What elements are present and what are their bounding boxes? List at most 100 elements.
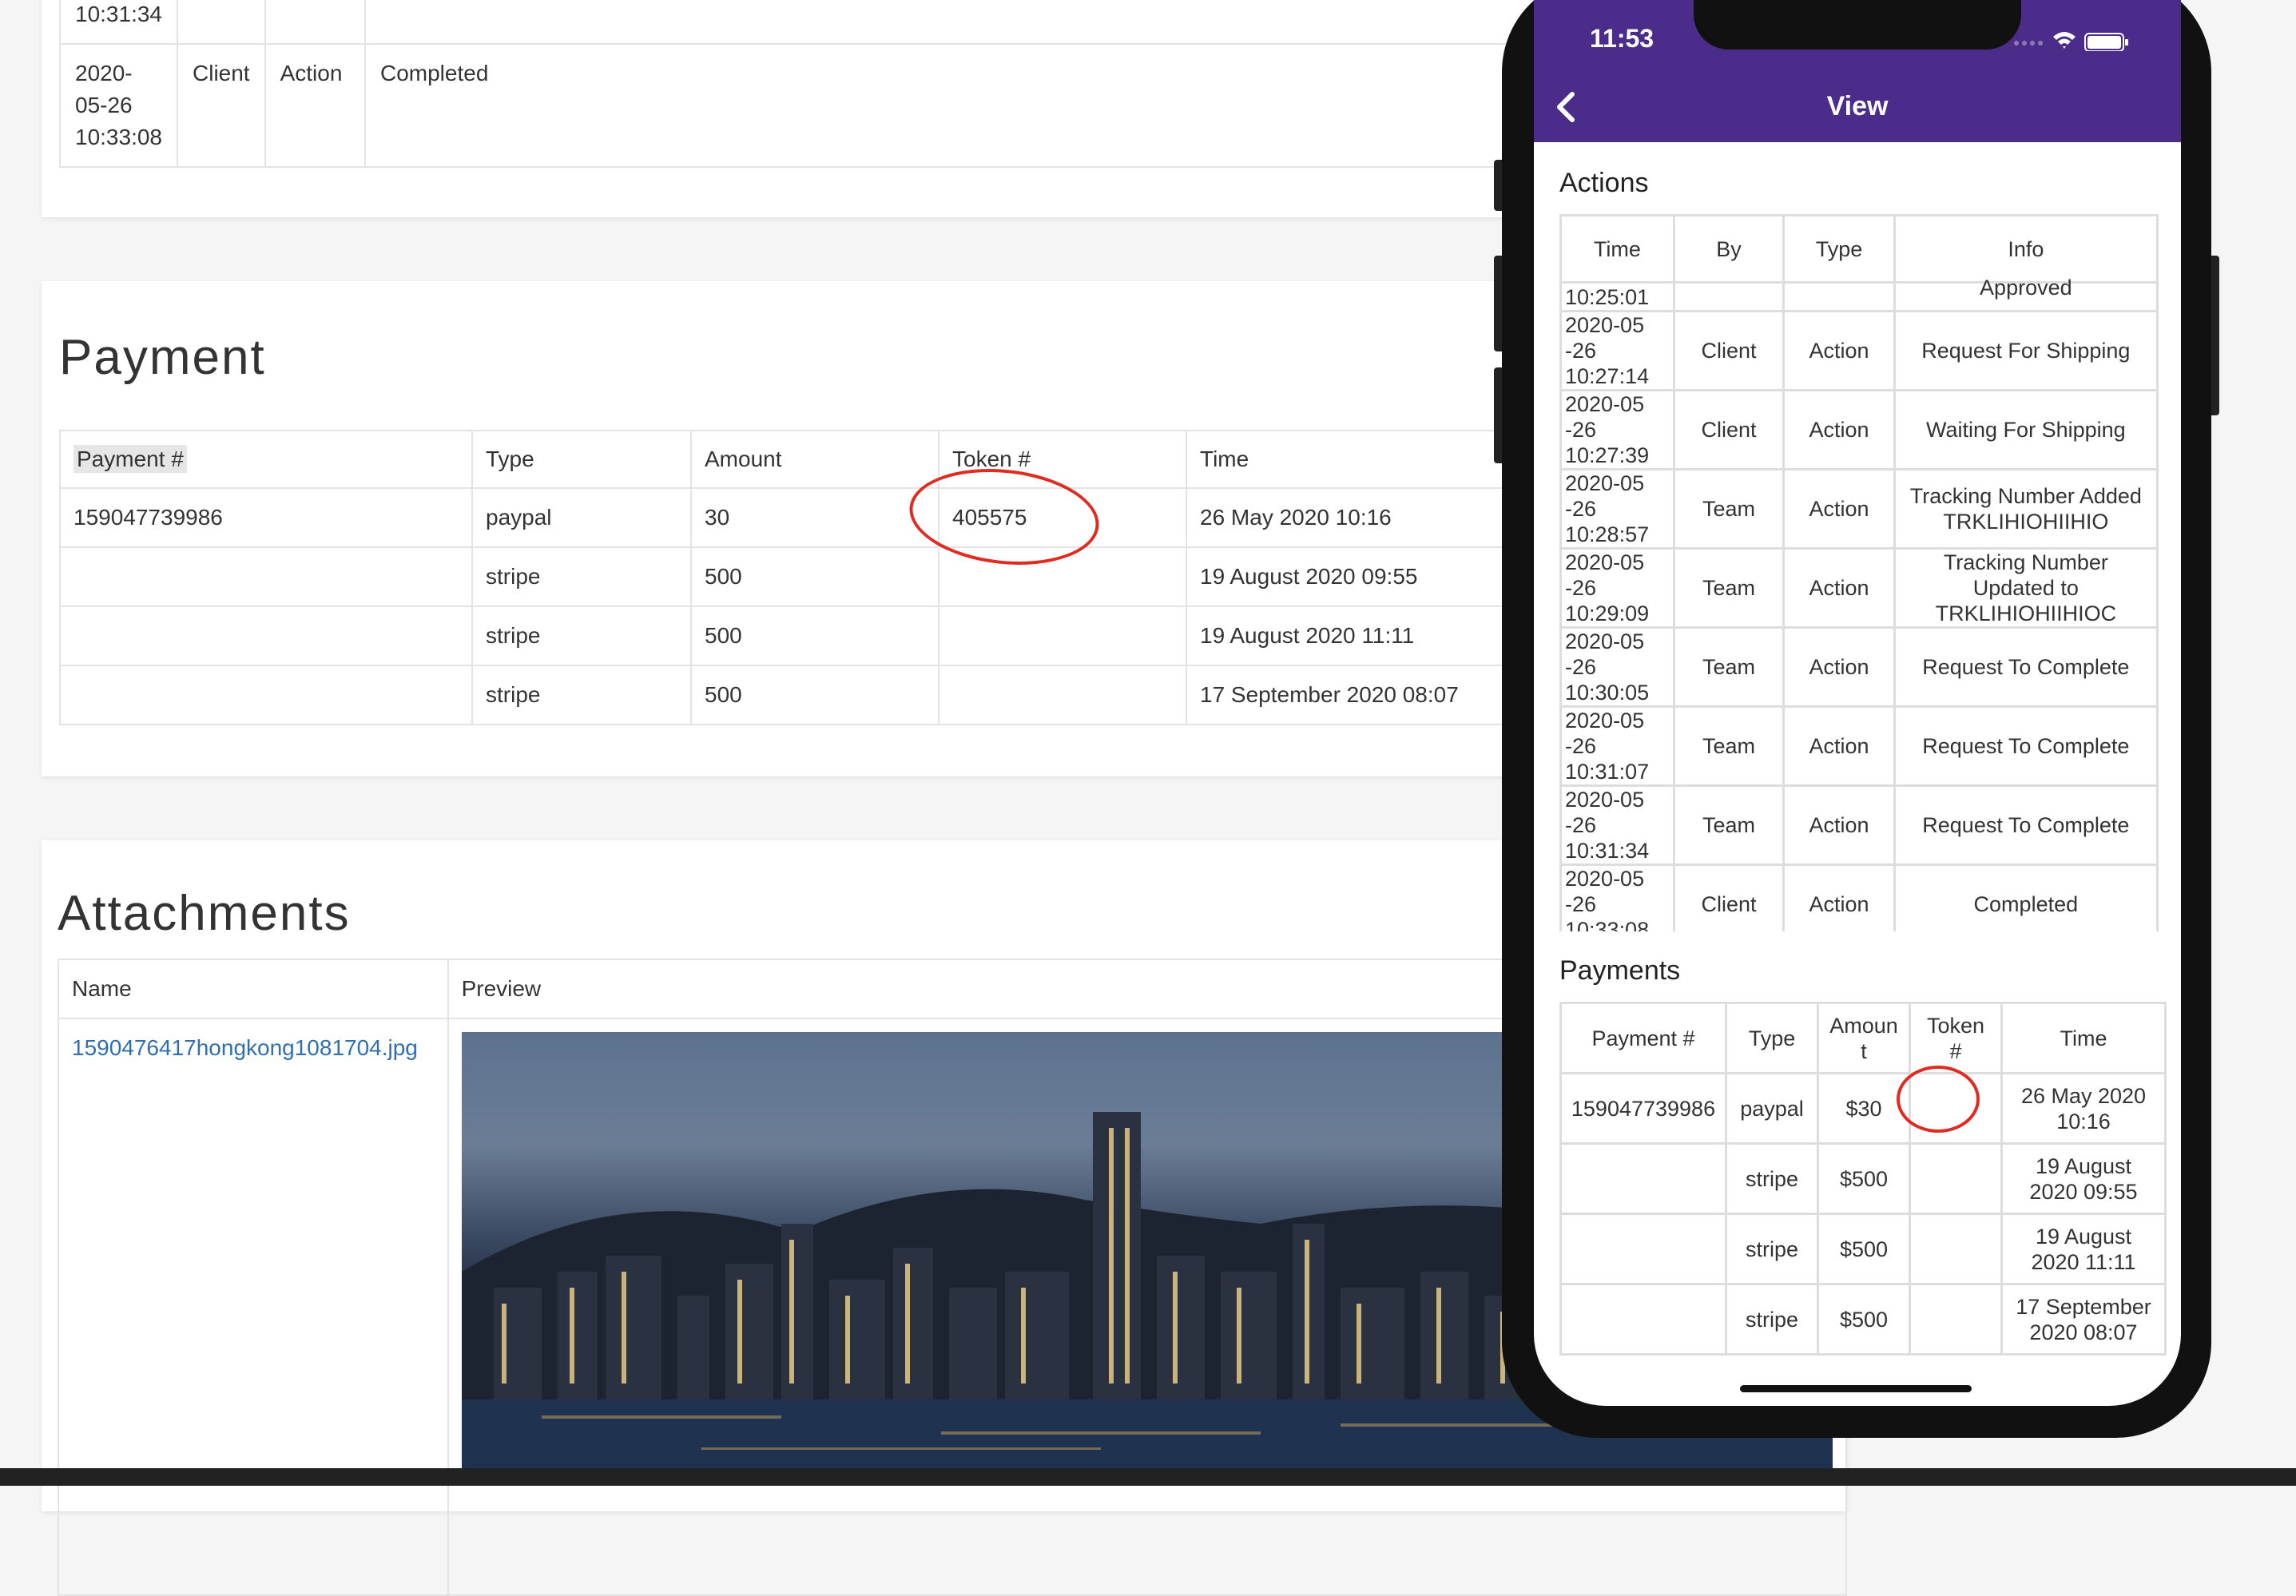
info-cell: Request For Shipping (1893, 310, 2159, 391)
dock-strip (0, 1468, 2296, 1486)
type-cell: Action (1782, 864, 1896, 931)
payments-section-title: Payments (1559, 955, 1681, 986)
table-header-row: Time By Type Info (1559, 214, 2159, 284)
cell: stripe (471, 605, 692, 666)
by-cell: Client (177, 43, 266, 168)
time-cell: 2020-05 -26 10:28:57 (1559, 468, 1675, 550)
type-cell: Action (1782, 784, 1896, 866)
attachment-link[interactable]: 1590476417hongkong1081704.jpg (72, 1035, 418, 1060)
status-clock: 11:53 (1590, 24, 1654, 53)
header-name: Name (58, 959, 449, 1019)
info-cell: Waiting For Shipping (1893, 389, 2159, 470)
type-cell (1782, 281, 1896, 312)
by-cell: Team (1672, 468, 1786, 550)
cell: stripe (471, 665, 692, 725)
mobile-payments-table: Payment # Type Amoun t Token # Time 1590… (1559, 1002, 2167, 1356)
by-cell: Client (1672, 864, 1786, 931)
table-row: 2020-05 -26 10:28:57 Team Action Trackin… (1559, 468, 2159, 550)
nav-title: View (1826, 91, 1889, 121)
type-cell: Action (1782, 389, 1896, 470)
table-row: 10:25:01 Approved (1559, 277, 2159, 312)
table-header-row: Payment # Type Amount Token # Time (59, 430, 1558, 489)
cell (59, 605, 473, 666)
by-cell: Team (1672, 784, 1786, 866)
time-cell: 2020- 05-26 10:33:08 (59, 43, 178, 168)
cell (1909, 1213, 2003, 1285)
cell (1559, 1283, 1727, 1356)
time-cell: 2020-05 -26 10:27:14 (1559, 310, 1675, 391)
cell (938, 665, 1187, 725)
header-time: Time (1559, 214, 1675, 284)
type-cell: Action (1782, 547, 1896, 629)
header-amount: Amount (690, 430, 939, 489)
type-cell: Action (264, 43, 366, 168)
table-row: 2020-05 -26 10:30:05 Team Action Request… (1559, 626, 2159, 708)
cell: stripe (1725, 1142, 1819, 1215)
nav-bar: View (1534, 80, 2181, 142)
cell (938, 605, 1187, 666)
payment-title: Payment (59, 330, 266, 385)
table-row: 159047739986 paypal 30 405575 26 May 202… (59, 487, 1558, 548)
info-cell: Completed (1893, 864, 2159, 931)
table-row: stripe $500 19 August 2020 11:11 (1559, 1213, 2167, 1285)
table-row: 2020-05 -26 10:27:14 Client Action Reque… (1559, 310, 2159, 391)
table-row: 2020-05 -26 10:31:34 Team Action Request… (1559, 784, 2159, 866)
info-cell: Request To Complete (1893, 705, 2159, 787)
by-cell: Team (1672, 705, 1786, 787)
cell (59, 665, 473, 725)
table-row: 2020-05 -26 10:33:08 Client Action Compl… (1559, 864, 2159, 931)
time-cell: 2020-05 -26 10:27:39 (1559, 389, 1675, 470)
header-type: Type (1725, 1002, 1819, 1074)
table-row: 2020-05 -26 10:29:09 Team Action Trackin… (1559, 547, 2159, 629)
table-row: 10:31:34 (59, 0, 1624, 45)
actions-card: 10:31:34 2020- 05-26 10:33:08 Client Act… (42, 0, 1624, 217)
annotation-circle (1897, 1066, 1980, 1133)
table-row: 2020-05 -26 10:31:07 Team Action Request… (1559, 705, 2159, 787)
status-bar: 11:53 (1534, 0, 2181, 80)
table-header-row: Payment # Type Amoun t Token # Time (1559, 1002, 2167, 1074)
header-amount: Amoun t (1817, 1002, 1911, 1074)
actions-table: 10:31:34 2020- 05-26 10:33:08 Client Act… (59, 0, 1624, 168)
time-cell: 2020-05 -26 10:31:34 (1559, 784, 1675, 866)
info-cell: Completed (363, 43, 1624, 168)
by-cell: Client (1672, 310, 1786, 391)
cell (1909, 1283, 2003, 1356)
cell: 159047739986 (59, 487, 473, 548)
type-cell: Action (1782, 468, 1896, 550)
type-cell: Action (1782, 310, 1896, 391)
actions-scroll-area[interactable]: Time By Type Info 10:25:01 Approved 2020… (1559, 214, 2159, 931)
type-cell (264, 0, 366, 45)
info-cell: Tracking Number Added TRKLIHIOHIIHIO (1893, 468, 2159, 550)
cell: 500 (690, 605, 939, 666)
time-cell: 10:31:34 (59, 0, 178, 45)
by-cell: Team (1672, 547, 1786, 629)
payment-table: Payment # Type Amount Token # Time 15904… (59, 430, 1558, 725)
cell: $500 (1817, 1213, 1911, 1285)
table-row: stripe $500 19 August 2020 09:55 (1559, 1142, 2167, 1215)
header-payment-no: Payment # (1559, 1002, 1727, 1074)
cell (59, 546, 473, 607)
info-cell: Request To Complete (1893, 626, 2159, 708)
cell (1909, 1142, 2003, 1215)
type-cell: Action (1782, 705, 1896, 787)
info-cell: Approved (1893, 277, 2159, 312)
cell: 19 August 2020 11:11 (2000, 1213, 2167, 1285)
table-row: stripe 500 19 August 2020 09:55 (59, 546, 1558, 607)
table-row: 2020-05 -26 10:27:39 Client Action Waiti… (1559, 389, 2159, 470)
time-cell: 10:25:01 (1559, 281, 1675, 312)
actions-section-title: Actions (1559, 168, 1649, 198)
cell: 500 (690, 665, 939, 725)
time-cell: 2020-05 -26 10:30:05 (1559, 626, 1675, 708)
home-indicator[interactable] (1740, 1385, 1972, 1392)
time-cell: 2020-05 -26 10:29:09 (1559, 547, 1675, 629)
cell: $500 (1817, 1142, 1911, 1215)
table-row: stripe 500 19 August 2020 11:11 (59, 605, 1558, 666)
by-cell: Client (1672, 389, 1786, 470)
phone-notch (1694, 0, 2021, 50)
info-cell: Request To Complete (1893, 784, 2159, 866)
header-by: By (1672, 214, 1786, 284)
cell: 30 (690, 487, 939, 548)
header-time: Time (2000, 1002, 2167, 1074)
time-cell: 2020-05 -26 10:33:08 (1559, 864, 1675, 931)
cell: stripe (471, 546, 692, 607)
